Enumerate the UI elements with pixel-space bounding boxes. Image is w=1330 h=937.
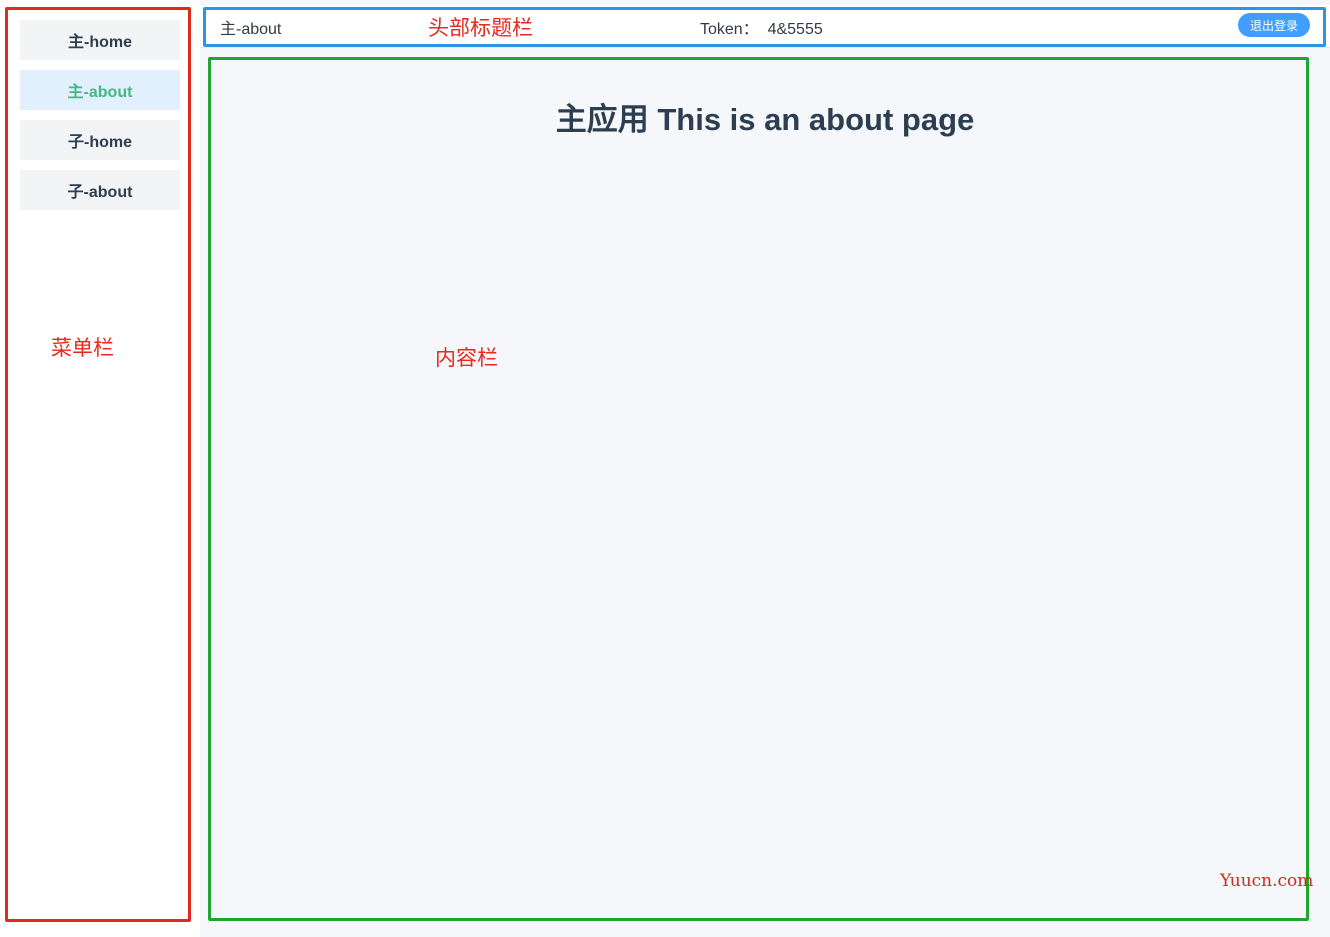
- sidebar-item-sub-about[interactable]: 子-about: [20, 170, 180, 210]
- header-annotation-label: 头部标题栏: [428, 16, 533, 40]
- app-root: 主-home 主-about 子-home 子-about 主-about To…: [0, 0, 1330, 937]
- sidebar-item-main-home[interactable]: 主-home: [20, 20, 180, 60]
- menu-annotation-label: 菜单栏: [51, 336, 114, 360]
- sidebar-menu: 主-home 主-about 子-home 子-about: [0, 0, 200, 937]
- logout-button-label: 退出登录: [1249, 18, 1298, 33]
- main-background: [200, 0, 1330, 937]
- header-title: 主-about: [220, 21, 282, 38]
- watermark: Yuucn.com: [1220, 871, 1314, 891]
- page-heading: 主应用 This is an about page: [555, 102, 975, 137]
- sidebar-item-main-about[interactable]: 主-about: [20, 70, 180, 110]
- sidebar-item-label: 子-home: [67, 134, 132, 151]
- sidebar-item-label: 主-home: [67, 34, 132, 51]
- sidebar-item-sub-home[interactable]: 子-home: [20, 120, 180, 160]
- content-annotation-label: 内容栏: [435, 346, 498, 370]
- sidebar-item-label: 子-about: [67, 184, 133, 201]
- header-bar: 主-about Token： 4&5555 退出登录: [200, 5, 1330, 48]
- logout-button[interactable]: 退出登录: [1238, 13, 1310, 37]
- sidebar-item-label: 主-about: [67, 84, 133, 101]
- token-display: Token： 4&5555: [700, 21, 823, 38]
